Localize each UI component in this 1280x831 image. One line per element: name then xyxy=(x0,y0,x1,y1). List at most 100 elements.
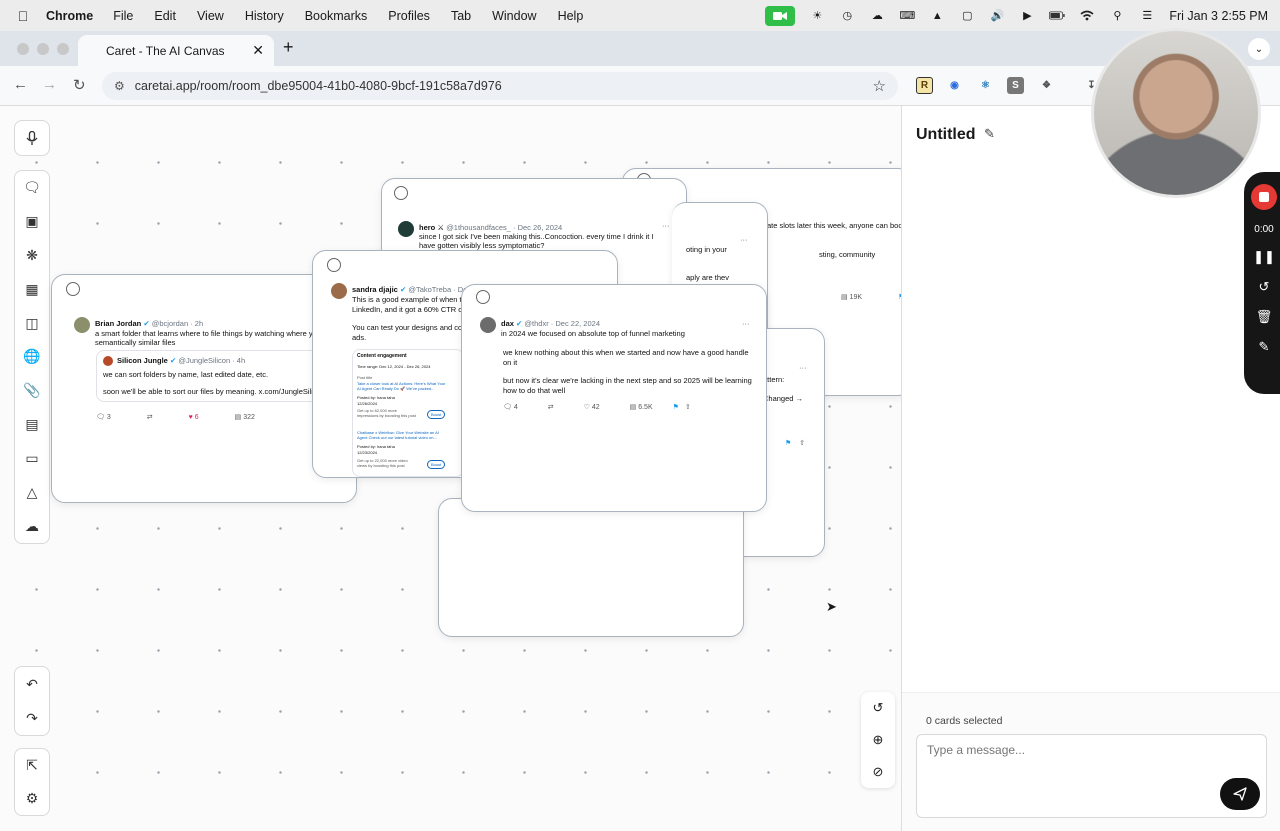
menu-window[interactable]: Window xyxy=(492,9,536,23)
back-arrow-icon[interactable]: ← xyxy=(13,76,28,93)
browser-tab[interactable]: Caret - The AI Canvas ✕ xyxy=(78,35,274,66)
minimize-window-button[interactable] xyxy=(37,43,49,55)
site-settings-icon[interactable]: ⚙ xyxy=(114,79,125,93)
apple-icon[interactable]:  xyxy=(0,8,46,24)
retweet-icon[interactable]: ⇄ xyxy=(147,413,153,423)
canvas-title[interactable]: Untitled xyxy=(916,126,976,144)
forward-arrow-icon[interactable]: → xyxy=(42,76,57,93)
control-center-icon[interactable]: ☰ xyxy=(1139,9,1155,23)
url-text[interactable]: caretai.app/room/room_dbe95004-41b0-4080… xyxy=(135,79,873,93)
pencil-icon[interactable]: ✎ xyxy=(984,126,995,142)
vpn-icon[interactable]: ▲ xyxy=(929,9,945,23)
more-options-icon[interactable]: ··· xyxy=(799,363,807,373)
extensions-puzzle-icon[interactable]: ❖ xyxy=(1038,77,1055,94)
stop-recording-button[interactable] xyxy=(1251,184,1277,210)
message-input[interactable] xyxy=(927,743,1207,757)
menu-help[interactable]: Help xyxy=(558,9,584,23)
undo-icon[interactable]: ↶ xyxy=(15,667,49,701)
views-icon[interactable]: ▤ 322 xyxy=(235,413,255,423)
reply-icon[interactable]: 🗨 3 xyxy=(96,413,111,423)
extension-react-icon[interactable]: ⚛ xyxy=(977,77,994,94)
document-icon[interactable]: ◫ xyxy=(15,306,49,340)
bookmark-icon[interactable]: ⚑ xyxy=(785,439,791,449)
chat-bubble-icon[interactable]: 🗨 xyxy=(15,171,49,205)
card-dax[interactable]: dax ✔ @thdxr · Dec 22, 2024 ··· in 2024 … xyxy=(461,284,767,512)
share-icon[interactable]: ⇧ xyxy=(685,403,691,413)
draw-pencil-icon[interactable]: ✎ xyxy=(1259,339,1270,355)
cloud-download-icon[interactable]: ☁ xyxy=(15,509,49,543)
message-box[interactable] xyxy=(916,734,1267,818)
views-icon[interactable]: ▤ 19K xyxy=(841,293,862,303)
cloud-icon[interactable]: ☁ xyxy=(869,9,885,23)
card-select-circle[interactable] xyxy=(327,258,341,272)
history-icon[interactable]: ↺ xyxy=(873,700,884,716)
logout-icon[interactable]: ⇱ xyxy=(15,749,49,782)
image-icon[interactable]: ▦ xyxy=(15,272,49,306)
scan-icon[interactable]: ▣ xyxy=(15,205,49,239)
send-button[interactable] xyxy=(1220,778,1260,810)
shapes-icon[interactable]: △ xyxy=(15,475,49,509)
like-icon[interactable]: ♡ 42 xyxy=(584,403,600,413)
reply-icon[interactable]: 🗨 4 xyxy=(503,403,518,413)
menu-bookmarks[interactable]: Bookmarks xyxy=(305,9,368,23)
battery-icon[interactable] xyxy=(1049,9,1065,23)
extension-ghost-icon[interactable]: ◉ xyxy=(946,77,963,94)
bar-chart-icon[interactable]: ▤ xyxy=(15,408,49,442)
search-icon[interactable]: ⚲ xyxy=(1109,9,1125,23)
menu-tab[interactable]: Tab xyxy=(451,9,471,23)
menu-profiles[interactable]: Profiles xyxy=(388,9,430,23)
menu-history[interactable]: History xyxy=(245,9,284,23)
close-tab-icon[interactable]: ✕ xyxy=(252,42,264,59)
restart-icon[interactable]: ↺ xyxy=(1259,279,1270,295)
play-icon[interactable]: ▶ xyxy=(1019,9,1035,23)
keyboard-icon[interactable]: ⌨ xyxy=(899,9,915,23)
tab-search-dropdown[interactable]: ⌄ xyxy=(1248,38,1270,60)
new-tab-button[interactable]: + xyxy=(283,37,294,58)
extension-s-icon[interactable]: S xyxy=(1007,77,1024,94)
menu-edit[interactable]: Edit xyxy=(154,9,176,23)
presentation-icon[interactable]: ▭ xyxy=(15,442,49,476)
retweet-icon[interactable]: ⇄ xyxy=(548,403,554,413)
like-icon[interactable]: ♥ 6 xyxy=(189,413,199,423)
brain-icon[interactable]: ❋ xyxy=(15,239,49,273)
add-comment-icon[interactable]: ⊕ xyxy=(873,732,884,748)
bookmark-star-icon[interactable]: ☆ xyxy=(873,77,886,95)
globe-icon[interactable]: 🌐 xyxy=(15,340,49,374)
bookmark-icon[interactable]: ⚑ xyxy=(673,403,679,413)
quoted-tweet[interactable]: Silicon Jungle ✔ @JungleSilicon · 4h we … xyxy=(96,350,336,402)
card-select-circle[interactable] xyxy=(66,282,80,296)
settings-gear-icon[interactable]: ⚙ xyxy=(15,782,49,815)
window-icon[interactable]: ▢ xyxy=(959,9,975,23)
card-select-circle[interactable] xyxy=(394,186,408,200)
menu-app-name[interactable]: Chrome xyxy=(46,9,93,23)
brightness-icon[interactable]: ☀ xyxy=(809,9,825,23)
close-window-button[interactable] xyxy=(17,43,29,55)
menubar-clock[interactable]: Fri Jan 3 2:55 PM xyxy=(1169,9,1268,23)
more-options-icon[interactable]: ··· xyxy=(742,319,750,329)
trash-icon[interactable]: 🗑 xyxy=(1256,309,1273,325)
menu-file[interactable]: File xyxy=(113,9,133,23)
paperclip-icon[interactable]: 📎 xyxy=(15,374,49,408)
facetime-icon[interactable] xyxy=(765,5,796,26)
volume-icon[interactable]: 🔊 xyxy=(989,9,1005,23)
card-empty[interactable] xyxy=(438,498,744,637)
extension-r-icon[interactable]: R xyxy=(916,77,933,94)
boost-button[interactable]: Boost xyxy=(427,460,446,469)
zoom-window-button[interactable] xyxy=(57,43,69,55)
clock-icon[interactable]: ◷ xyxy=(839,9,855,23)
more-options-icon[interactable]: ··· xyxy=(662,221,670,231)
more-options-icon[interactable]: ··· xyxy=(740,235,748,245)
card-select-circle[interactable] xyxy=(476,290,490,304)
wifi-icon[interactable] xyxy=(1079,9,1095,23)
redo-icon[interactable]: ↷ xyxy=(15,701,49,735)
hide-icon[interactable]: ⊘ xyxy=(873,764,884,780)
canvas[interactable]: 🗨 ▣ ❋ ▦ ◫ 🌐 📎 ▤ ▭ △ ☁ ↶ ↷ ⇱ ⚙ ate slots … xyxy=(0,106,901,831)
reload-icon[interactable]: ↻ xyxy=(73,76,86,94)
boost-button[interactable]: Boost xyxy=(427,410,446,419)
microphone-icon[interactable] xyxy=(15,121,49,155)
address-bar[interactable]: ⚙ caretai.app/room/room_dbe95004-41b0-40… xyxy=(102,72,898,100)
share-icon[interactable]: ⇧ xyxy=(799,439,805,449)
menu-view[interactable]: View xyxy=(197,9,224,23)
views-icon[interactable]: ▤ 6.5K xyxy=(630,403,653,413)
pause-icon[interactable]: ❚❚ xyxy=(1253,249,1275,265)
